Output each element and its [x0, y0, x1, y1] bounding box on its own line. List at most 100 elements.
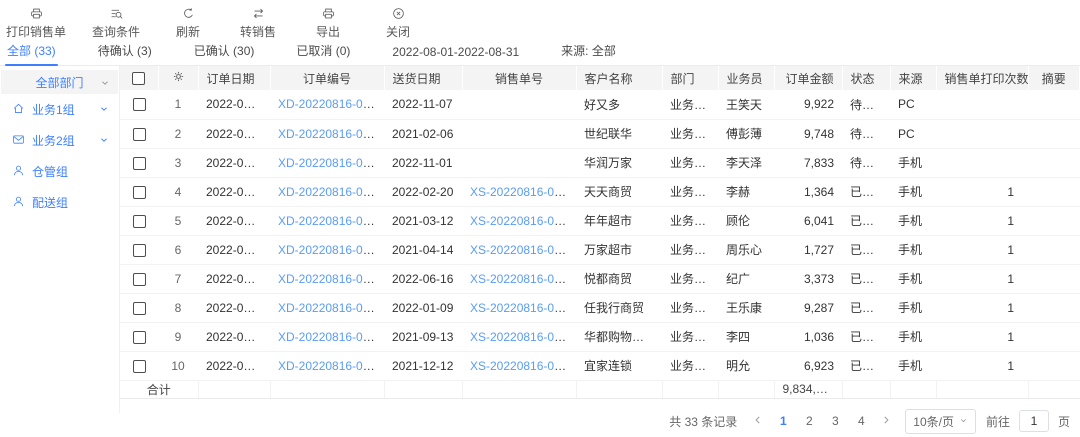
- sales-no-cell: XS-20220816-000009: [462, 351, 576, 380]
- print-sales-order-button[interactable]: 打印销售单: [6, 7, 66, 40]
- orders-table-panel: 订单日期 订单编号 送货日期 销售单号 客户名称 部门 业务员 订单金额 状态 …: [120, 66, 1080, 413]
- sales-no-link[interactable]: XS-20220816-000013: [470, 243, 576, 257]
- tab-pending-confirm[interactable]: 待确认 (3): [96, 39, 154, 65]
- summary-cell: [1028, 235, 1080, 264]
- row-checkbox[interactable]: [133, 215, 146, 228]
- column-header-summary: 摘要: [1028, 66, 1080, 90]
- department-cell: 业务二部: [662, 264, 718, 293]
- tab-all[interactable]: 全部 (33): [5, 39, 58, 65]
- refresh-button[interactable]: 刷新: [166, 7, 210, 40]
- department-sidebar: 全部部门 业务1组 业务2组 仓管组 配送组: [0, 66, 120, 413]
- row-checkbox[interactable]: [133, 360, 146, 373]
- order-no-link[interactable]: XD-20220816-000009: [278, 359, 384, 373]
- tab-cancelled[interactable]: 已取消 (0): [294, 39, 352, 65]
- amount-cell: 9,287: [774, 293, 842, 322]
- order-no-cell: XD-20220816-000011: [270, 293, 384, 322]
- row-select-cell: [120, 264, 158, 293]
- row-checkbox[interactable]: [133, 98, 146, 111]
- row-checkbox[interactable]: [133, 186, 146, 199]
- sidebar-item-business-group-1[interactable]: 业务1组: [0, 94, 119, 125]
- summary-cell: [1028, 264, 1080, 293]
- total-label: 合计: [120, 380, 198, 398]
- sales-no-link[interactable]: XS-20220816-000009: [470, 359, 576, 373]
- close-circle-icon: [392, 7, 405, 20]
- prev-page-button[interactable]: [749, 414, 767, 428]
- column-header-sales-no: 销售单号: [462, 66, 576, 90]
- customer-cell: 年年超市: [576, 206, 662, 235]
- order-no-link[interactable]: XD-20220816-000018: [278, 97, 384, 111]
- order-no-link[interactable]: XD-20220816-000014: [278, 214, 384, 228]
- column-header-department: 部门: [662, 66, 718, 90]
- department-select[interactable]: 全部部门: [1, 70, 118, 94]
- order-no-link[interactable]: XD-20220816-000017: [278, 127, 384, 141]
- order-date-cell: 2022-08-16: [198, 90, 270, 119]
- table-header-row: 订单日期 订单编号 送货日期 销售单号 客户名称 部门 业务员 订单金额 状态 …: [120, 66, 1080, 90]
- delivery-date-cell: 2021-02-06: [384, 119, 462, 148]
- row-checkbox[interactable]: [133, 244, 146, 257]
- row-checkbox[interactable]: [133, 128, 146, 141]
- order-date-cell: 2022-08-13: [198, 177, 270, 206]
- row-select-cell: [120, 177, 158, 206]
- source-filter[interactable]: 来源: 全部: [559, 39, 618, 65]
- printer-icon: [30, 7, 43, 20]
- row-checkbox[interactable]: [133, 331, 146, 344]
- column-header-status: 状态: [842, 66, 890, 90]
- delivery-date-cell: 2021-12-12: [384, 351, 462, 380]
- sidebar-item-warehouse-group[interactable]: 仓管组: [0, 156, 119, 187]
- order-no-link[interactable]: XD-20220816-000013: [278, 243, 384, 257]
- close-button[interactable]: 关闭: [376, 7, 420, 40]
- table-row: 32022-08-14XD-20220816-0000162022-11-01华…: [120, 148, 1080, 177]
- sales-no-cell: XS-20220816-000013: [462, 235, 576, 264]
- amount-cell: 1,036: [774, 322, 842, 351]
- gear-icon[interactable]: [172, 72, 185, 86]
- sales-no-link[interactable]: XS-20220816-000014: [470, 214, 576, 228]
- order-no-link[interactable]: XD-20220816-000011: [278, 301, 384, 315]
- query-conditions-button[interactable]: 查询条件: [92, 7, 140, 40]
- column-header-customer: 客户名称: [576, 66, 662, 90]
- page-button-2[interactable]: 2: [799, 414, 819, 428]
- sidebar-item-delivery-group[interactable]: 配送组: [0, 187, 119, 218]
- amount-cell: 9,748: [774, 119, 842, 148]
- transfer-to-sales-button[interactable]: 转销售: [236, 7, 280, 40]
- sales-no-link[interactable]: XS-20220816-000015: [470, 185, 576, 199]
- goto-page-input[interactable]: [1019, 410, 1049, 432]
- date-range-filter[interactable]: 2022-08-01-2022-08-31: [390, 42, 521, 65]
- page-button-4[interactable]: 4: [851, 414, 871, 428]
- row-checkbox[interactable]: [133, 302, 146, 315]
- page-size-select[interactable]: 10条/页: [905, 409, 976, 434]
- next-page-button[interactable]: [877, 414, 895, 428]
- page-button-3[interactable]: 3: [825, 414, 845, 428]
- row-checkbox[interactable]: [133, 157, 146, 170]
- table-row: 72022-08-10XD-20220816-0000122022-06-16X…: [120, 264, 1080, 293]
- refresh-icon: [182, 7, 195, 20]
- select-all-checkbox[interactable]: [132, 72, 145, 85]
- total-row: 合计 9,834,345.00: [120, 380, 1080, 398]
- sales-no-link[interactable]: XS-20220816-000012: [470, 272, 576, 286]
- order-no-link[interactable]: XD-20220816-000016: [278, 156, 384, 170]
- sales-no-link[interactable]: XS-20220816-000011: [470, 301, 576, 315]
- salesperson-cell: 李四: [718, 322, 774, 351]
- sales-no-cell: XS-20220816-000010: [462, 322, 576, 351]
- order-no-link[interactable]: XD-20220816-000015: [278, 185, 384, 199]
- customer-cell: 好又多: [576, 90, 662, 119]
- tab-confirmed[interactable]: 已确认 (30): [192, 39, 257, 65]
- order-date-cell: 2022-08-12: [198, 206, 270, 235]
- order-no-cell: XD-20220816-000010: [270, 322, 384, 351]
- goto-label: 前往: [986, 413, 1010, 430]
- sidebar-item-business-group-2[interactable]: 业务2组: [0, 125, 119, 156]
- row-seq: 2: [158, 119, 198, 148]
- order-no-link[interactable]: XD-20220816-000012: [278, 272, 384, 286]
- sales-no-cell: [462, 90, 576, 119]
- sales-no-link[interactable]: XS-20220816-000010: [470, 330, 576, 344]
- page-button-1[interactable]: 1: [773, 414, 793, 428]
- total-amount: 9,834,345.00: [774, 380, 842, 398]
- row-seq: 10: [158, 351, 198, 380]
- row-checkbox[interactable]: [133, 273, 146, 286]
- print-count-cell: 1: [936, 206, 1028, 235]
- export-button[interactable]: 导出: [306, 7, 350, 40]
- row-seq: 3: [158, 148, 198, 177]
- order-no-cell: XD-20220816-000016: [270, 148, 384, 177]
- order-no-link[interactable]: XD-20220816-000010: [278, 330, 384, 344]
- summary-cell: [1028, 90, 1080, 119]
- sales-no-cell: XS-20220816-000012: [462, 264, 576, 293]
